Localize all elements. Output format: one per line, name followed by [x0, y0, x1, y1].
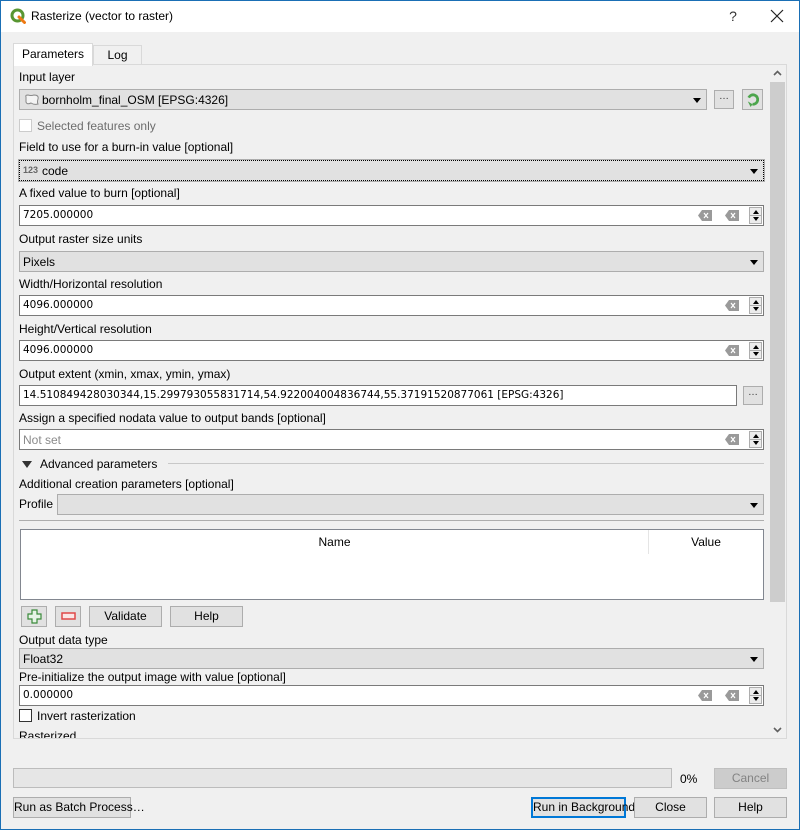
input-layer-combo[interactable]: bornholm_final_OSM [EPSG:4326]: [19, 89, 707, 110]
tab-log[interactable]: Log: [93, 45, 142, 65]
data-type-value: Float32: [23, 652, 64, 666]
add-option-button[interactable]: [21, 606, 47, 627]
validate-button[interactable]: Validate: [89, 606, 162, 627]
close-icon[interactable]: [767, 6, 787, 26]
creation-options-table[interactable]: Name Value: [20, 529, 764, 600]
remove-option-button[interactable]: [55, 606, 81, 627]
scroll-down-icon[interactable]: [773, 727, 782, 733]
chevron-down-icon: [750, 260, 758, 265]
clear-icon[interactable]: [698, 690, 712, 701]
extent-label: Output extent (xmin, xmax, ymin, ymax): [19, 367, 231, 381]
iterate-button[interactable]: [742, 89, 763, 110]
burn-value-spinner[interactable]: [749, 207, 762, 224]
chevron-down-icon: [750, 169, 758, 174]
data-type-label: Output data type: [19, 633, 108, 647]
chevron-down-icon: [750, 503, 758, 508]
clear-icon[interactable]: [725, 300, 739, 311]
burn-field-value: code: [42, 164, 69, 178]
nodata-spinner[interactable]: [749, 431, 762, 448]
parameters-scroll-area: Input layer bornholm_final_OSM [EPSG:432…: [14, 65, 769, 739]
input-layer-value: bornholm_final_OSM [EPSG:4326]: [42, 93, 229, 107]
chevron-down-icon: [693, 98, 701, 103]
progress-bar: [13, 768, 672, 788]
width-input[interactable]: 4096.000000: [19, 295, 764, 316]
selected-features-checkbox[interactable]: [19, 119, 32, 132]
size-units-value: Pixels: [23, 255, 56, 269]
creation-params-label: Additional creation parameters [optional…: [19, 477, 234, 491]
window-title: Rasterize (vector to raster): [31, 9, 174, 23]
burn-field-label: Field to use for a burn-in value [option…: [19, 140, 234, 154]
dialog-window: Rasterize (vector to raster) ? Parameter…: [0, 0, 800, 830]
profile-label: Profile: [19, 497, 54, 511]
profile-combo[interactable]: [57, 494, 764, 515]
advanced-parameters-toggle[interactable]: Advanced parameters: [40, 457, 157, 471]
tab-parameters[interactable]: Parameters: [13, 43, 93, 66]
scroll-up-icon[interactable]: [773, 70, 782, 76]
data-type-combo[interactable]: Float32: [19, 648, 764, 669]
width-spinner[interactable]: [749, 297, 762, 314]
extent-input[interactable]: 14.510849428030344,15.299793055831714,54…: [19, 385, 737, 406]
polygon-layer-icon: [25, 94, 39, 105]
clear-icon[interactable]: [698, 210, 712, 221]
run-in-background-button[interactable]: Run in Background: [531, 797, 635, 818]
close-button[interactable]: Close: [634, 797, 707, 818]
input-layer-label: Input layer: [19, 70, 76, 84]
reset-default-icon[interactable]: [725, 690, 739, 701]
burn-value-text: 7205.000000: [23, 209, 94, 221]
column-header-name[interactable]: Name: [21, 530, 649, 554]
size-units-label: Output raster size units: [19, 232, 143, 246]
cancel-button[interactable]: Cancel: [714, 768, 787, 789]
height-label: Height/Vertical resolution: [19, 322, 152, 336]
reset-default-icon[interactable]: [725, 210, 739, 221]
clear-icon[interactable]: [725, 434, 739, 445]
vertical-scrollbar[interactable]: [769, 65, 786, 738]
extent-browse-button[interactable]: …: [743, 386, 763, 405]
burn-value-input[interactable]: 7205.000000: [19, 205, 764, 226]
height-input[interactable]: 4096.000000: [19, 340, 764, 361]
advanced-help-button[interactable]: Help: [170, 606, 243, 627]
clear-icon[interactable]: [725, 345, 739, 356]
input-layer-browse-button[interactable]: …: [714, 90, 734, 109]
qgis-logo-icon: [10, 8, 26, 24]
collapse-triangle-icon[interactable]: [22, 461, 32, 468]
height-spinner[interactable]: [749, 342, 762, 359]
selected-features-label: Selected features only: [37, 119, 156, 133]
iterate-green-arrow-icon: [747, 93, 760, 107]
scrollbar-thumb[interactable]: [770, 82, 785, 602]
nodata-input[interactable]: Not set: [19, 429, 764, 450]
nodata-label: Assign a specified nodata value to outpu…: [19, 411, 326, 425]
burn-field-combo[interactable]: 123 code: [18, 159, 765, 182]
help-button[interactable]: Help: [714, 797, 787, 818]
width-label: Width/Horizontal resolution: [19, 277, 163, 291]
init-value-label: Pre-initialize the output image with val…: [19, 670, 286, 684]
height-value: 4096.000000: [23, 344, 94, 356]
burn-value-label: A fixed value to burn [optional]: [19, 186, 180, 200]
size-units-combo[interactable]: Pixels: [19, 251, 764, 272]
help-title-button[interactable]: ?: [723, 6, 743, 26]
integer-field-icon: 123: [23, 165, 39, 175]
rasterized-label: Rasterized: [19, 729, 77, 739]
run-batch-button[interactable]: Run as Batch Process…: [13, 797, 145, 818]
invert-rasterization-checkbox[interactable]: [19, 709, 32, 722]
plus-icon: [27, 609, 42, 624]
init-value-spinner[interactable]: [749, 687, 762, 704]
width-value: 4096.000000: [23, 299, 94, 311]
minus-icon: [61, 612, 76, 620]
nodata-placeholder: Not set: [23, 433, 62, 447]
column-header-value[interactable]: Value: [649, 530, 763, 554]
extent-value: 14.510849428030344,15.299793055831714,54…: [23, 389, 564, 401]
chevron-down-icon: [750, 657, 758, 662]
group-divider: [168, 463, 764, 464]
title-bar: Rasterize (vector to raster) ?: [1, 1, 799, 32]
progress-percent: 0%: [680, 772, 698, 786]
init-value-input[interactable]: 0.000000: [19, 685, 764, 706]
separator: [19, 520, 764, 521]
init-value-text: 0.000000: [23, 689, 74, 701]
parameters-panel: Input layer bornholm_final_OSM [EPSG:432…: [13, 64, 787, 739]
invert-rasterization-label: Invert rasterization: [37, 709, 136, 723]
